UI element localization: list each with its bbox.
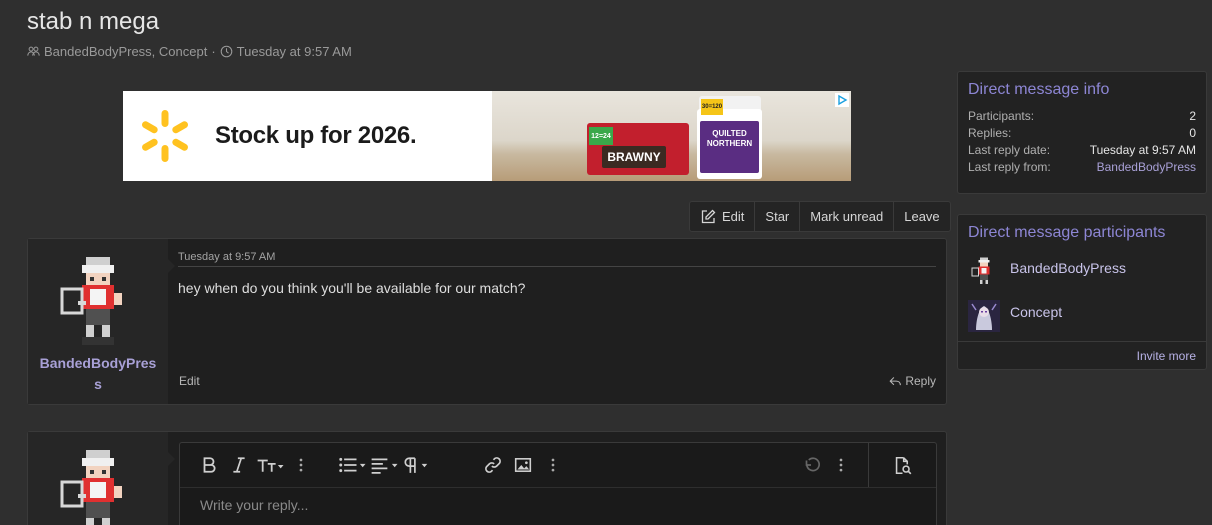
editor-toolbar bbox=[180, 443, 936, 487]
info-block-title: Direct message info bbox=[968, 81, 1110, 98]
paragraph-icon bbox=[404, 457, 428, 473]
message-body: Tuesday at 9:57 AM hey when do you think… bbox=[168, 239, 946, 404]
italic-icon bbox=[233, 457, 245, 473]
mark-unread-button[interactable]: Mark unread bbox=[800, 202, 895, 231]
quilted-badge: 30=120 bbox=[701, 99, 723, 115]
font-size-button[interactable] bbox=[256, 450, 284, 480]
participants-link[interactable]: BandedBodyPress, Concept bbox=[44, 44, 207, 59]
more-options-icon[interactable] bbox=[828, 450, 854, 480]
ad-left-panel: Stock up for 2026. bbox=[123, 91, 492, 181]
brawny-label: BRAWNY bbox=[602, 146, 666, 168]
message-post: BandedBodyPress Tuesday at 9:57 AM hey w… bbox=[27, 238, 947, 405]
participant-item[interactable]: BandedBodyPress bbox=[958, 250, 1206, 294]
participant-item[interactable]: Concept bbox=[958, 294, 1206, 338]
message-edit-link[interactable]: Edit bbox=[179, 374, 200, 388]
reply-cell-arrow bbox=[168, 452, 175, 466]
mark-unread-label: Mark unread bbox=[810, 209, 884, 224]
toolbar-right bbox=[798, 443, 936, 487]
advertisement-banner[interactable]: Stock up for 2026. 12=24 BRAWNY 30=120 Q… bbox=[123, 91, 851, 181]
more-text-options-icon[interactable] bbox=[288, 450, 314, 480]
participant-avatar[interactable] bbox=[968, 300, 1000, 332]
star-button[interactable]: Star bbox=[755, 202, 801, 231]
preview-icon bbox=[895, 456, 912, 474]
edit-label: Edit bbox=[722, 209, 745, 224]
adchoices-icon[interactable] bbox=[835, 93, 849, 107]
quilted-label: QUILTED NORTHERN bbox=[700, 121, 759, 173]
image-icon bbox=[514, 458, 532, 472]
info-value-user[interactable]: BandedBodyPress bbox=[1097, 160, 1196, 174]
ad-product-image: 12=24 BRAWNY 30=120 QUILTED NORTHERN bbox=[492, 91, 851, 181]
reply-input[interactable]: Write your reply... bbox=[180, 487, 936, 522]
info-label: Participants: bbox=[968, 109, 1035, 123]
leave-label: Leave bbox=[904, 209, 940, 224]
reply-user-cell bbox=[28, 432, 175, 525]
paragraph-button[interactable] bbox=[402, 450, 430, 480]
participant-avatar[interactable] bbox=[968, 256, 1000, 288]
star-label: Star bbox=[765, 209, 790, 224]
italic-button[interactable] bbox=[226, 450, 252, 480]
ad-headline: Stock up for 2026. bbox=[215, 122, 417, 149]
page-title: stab n mega bbox=[27, 8, 160, 35]
participant-name[interactable]: Concept bbox=[1010, 304, 1062, 320]
brawny-badge: 12=24 bbox=[589, 127, 613, 145]
message-text: hey when do you think you'll be availabl… bbox=[178, 280, 526, 296]
bold-icon bbox=[203, 457, 216, 473]
info-label: Last reply date: bbox=[968, 143, 1051, 157]
undo-icon bbox=[805, 457, 820, 472]
quick-reply: Write your reply... bbox=[27, 431, 947, 525]
walmart-spark-icon bbox=[142, 110, 188, 162]
bold-button[interactable] bbox=[196, 450, 222, 480]
list-button[interactable] bbox=[338, 450, 366, 480]
direct-message-participants-block: Direct message participants BandedBodyPr… bbox=[957, 214, 1207, 370]
meta-separator: · bbox=[211, 44, 216, 59]
message-reply-link[interactable]: Reply bbox=[889, 374, 936, 388]
message-date[interactable]: Tuesday at 9:57 AM bbox=[178, 251, 936, 267]
message-user-cell: BandedBodyPress bbox=[28, 239, 175, 404]
font-size-icon bbox=[257, 459, 284, 472]
reply-icon bbox=[889, 376, 902, 385]
more-insert-options-icon[interactable] bbox=[540, 450, 566, 480]
thread-date[interactable]: Tuesday at 9:57 AM bbox=[237, 44, 352, 59]
invite-more-link[interactable]: Invite more bbox=[958, 341, 1206, 369]
info-row: Last reply date: Tuesday at 9:57 AM bbox=[958, 141, 1206, 158]
direct-message-info-block: Direct message info Participants: 2 Repl… bbox=[957, 71, 1207, 194]
link-button[interactable] bbox=[480, 450, 506, 480]
leave-button[interactable]: Leave bbox=[894, 202, 949, 231]
info-value: 0 bbox=[1189, 126, 1196, 140]
image-button[interactable] bbox=[510, 450, 536, 480]
avatar[interactable] bbox=[50, 253, 146, 349]
info-label: Replies: bbox=[968, 126, 1012, 140]
list-icon bbox=[339, 457, 366, 473]
reply-label: Reply bbox=[905, 374, 936, 388]
participant-name[interactable]: BandedBodyPress bbox=[1010, 260, 1126, 276]
link-icon bbox=[485, 457, 501, 473]
reply-avatar[interactable] bbox=[50, 446, 146, 525]
info-value-date[interactable]: Tuesday at 9:57 AM bbox=[1090, 143, 1196, 157]
participants-block-title: Direct message participants bbox=[968, 224, 1166, 241]
participants-icon bbox=[27, 46, 40, 56]
info-row: Participants: 2 bbox=[958, 107, 1206, 124]
thread-actions: Edit Star Mark unread Leave bbox=[689, 201, 951, 232]
edit-icon bbox=[701, 209, 716, 223]
info-row: Last reply from: BandedBodyPress bbox=[958, 158, 1206, 175]
edit-button[interactable]: Edit bbox=[690, 202, 756, 231]
rich-text-editor: Write your reply... bbox=[179, 442, 937, 525]
thread-meta: BandedBodyPress, Concept · Tuesday at 9:… bbox=[27, 44, 352, 59]
info-label: Last reply from: bbox=[968, 160, 1051, 174]
align-icon bbox=[371, 458, 398, 474]
undo-button[interactable] bbox=[798, 450, 824, 480]
info-value: 2 bbox=[1189, 109, 1196, 123]
align-button[interactable] bbox=[370, 450, 398, 480]
preview-button[interactable] bbox=[868, 443, 936, 487]
info-row: Replies: 0 bbox=[958, 124, 1206, 141]
author-name[interactable]: BandedBodyPress bbox=[38, 353, 158, 395]
clock-icon bbox=[220, 45, 232, 58]
